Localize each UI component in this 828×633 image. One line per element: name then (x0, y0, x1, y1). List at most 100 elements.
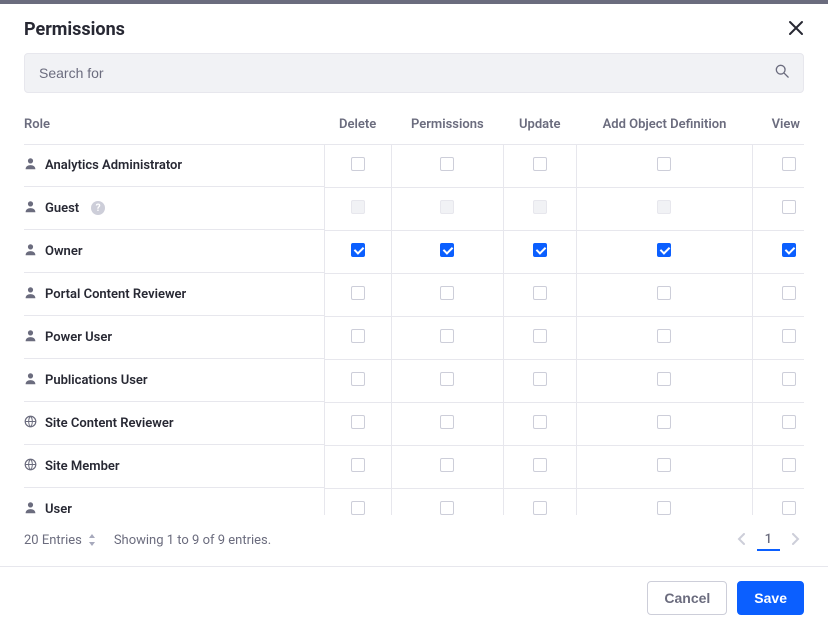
checkbox-view[interactable] (782, 372, 796, 386)
pager-next[interactable] (786, 529, 804, 552)
checkbox-view[interactable] (782, 200, 796, 214)
checkbox-permissions[interactable] (440, 243, 454, 257)
checkbox-permissions[interactable] (440, 415, 454, 429)
checkbox-add-object-definition[interactable] (657, 501, 671, 515)
role-cell: Power User (24, 317, 324, 359)
pager-current[interactable]: 1 (757, 530, 780, 551)
checkbox-cell (391, 274, 503, 317)
checkbox-cell (324, 145, 391, 188)
checkbox-cell (391, 317, 503, 360)
table-footer: 20 Entries Showing 1 to 9 of 9 entries. … (0, 515, 828, 567)
checkbox-delete[interactable] (351, 372, 365, 386)
checkbox-cell (324, 446, 391, 489)
checkbox-update[interactable] (533, 243, 547, 257)
checkbox-update[interactable] (533, 286, 547, 300)
checkbox-delete[interactable] (351, 458, 365, 472)
role-label: Owner (45, 244, 83, 259)
checkbox-cell (324, 317, 391, 360)
role-cell: Site Member (24, 446, 324, 488)
checkbox-cell (753, 360, 804, 403)
checkbox-delete[interactable] (351, 286, 365, 300)
checkbox-cell (391, 403, 503, 446)
table-row: Analytics Administrator (24, 145, 804, 188)
checkbox-permissions[interactable] (440, 329, 454, 343)
checkbox-permissions[interactable] (440, 501, 454, 515)
checkbox-permissions[interactable] (440, 286, 454, 300)
checkbox-cell (324, 360, 391, 403)
checkbox-cell (391, 446, 503, 489)
pager-prev[interactable] (733, 529, 751, 552)
checkbox-view[interactable] (782, 458, 796, 472)
chevron-left-icon (737, 533, 747, 545)
table-row: Site Member (24, 446, 804, 489)
checkbox-update[interactable] (533, 501, 547, 515)
checkbox-add-object-definition[interactable] (657, 415, 671, 429)
checkbox-view[interactable] (782, 286, 796, 300)
role-cell: Guest? (24, 188, 324, 230)
col-permissions: Permissions (391, 107, 503, 145)
checkbox-delete[interactable] (351, 329, 365, 343)
role-label: Power User (45, 330, 112, 345)
checkbox-update (533, 200, 547, 214)
checkbox-view[interactable] (782, 415, 796, 429)
user-icon (24, 372, 37, 389)
checkbox-cell (576, 489, 753, 516)
checkbox-update[interactable] (533, 157, 547, 171)
checkbox-permissions[interactable] (440, 157, 454, 171)
close-button[interactable] (784, 16, 808, 43)
checkbox-delete[interactable] (351, 415, 365, 429)
permissions-table-wrap: Role Delete Permissions Update Add Objec… (0, 107, 828, 515)
checkbox-view[interactable] (782, 501, 796, 515)
checkbox-cell (753, 489, 804, 516)
table-row: Power User (24, 317, 804, 360)
checkbox-cell (391, 145, 503, 188)
checkbox-view[interactable] (782, 243, 796, 257)
checkbox-view[interactable] (782, 157, 796, 171)
checkbox-permissions[interactable] (440, 372, 454, 386)
checkbox-cell (753, 317, 804, 360)
checkbox-add-object-definition[interactable] (657, 243, 671, 257)
help-icon[interactable]: ? (91, 201, 105, 215)
user-icon (24, 200, 37, 217)
checkbox-cell (576, 446, 753, 489)
search-icon[interactable] (761, 64, 803, 82)
checkbox-cell (503, 403, 576, 446)
checkbox-cell (503, 274, 576, 317)
checkbox-update[interactable] (533, 415, 547, 429)
checkbox-delete[interactable] (351, 157, 365, 171)
user-icon (24, 329, 37, 346)
checkbox-add-object-definition[interactable] (657, 286, 671, 300)
role-cell: User (24, 489, 324, 516)
checkbox-cell (503, 446, 576, 489)
table-header-row: Role Delete Permissions Update Add Objec… (24, 107, 804, 145)
checkbox-add-object-definition[interactable] (657, 329, 671, 343)
search-input[interactable] (25, 54, 761, 92)
save-button[interactable]: Save (737, 581, 804, 615)
role-label: Portal Content Reviewer (45, 287, 186, 302)
checkbox-add-object-definition[interactable] (657, 372, 671, 386)
entries-per-page[interactable]: 20 Entries (24, 533, 96, 548)
close-icon (788, 20, 804, 36)
table-row: Guest? (24, 188, 804, 231)
checkbox-add-object-definition[interactable] (657, 458, 671, 472)
checkbox-cell (324, 274, 391, 317)
checkbox-permissions (440, 200, 454, 214)
checkbox-update[interactable] (533, 372, 547, 386)
checkbox-delete[interactable] (351, 501, 365, 515)
permissions-table: Role Delete Permissions Update Add Objec… (24, 107, 804, 515)
checkbox-cell (753, 188, 804, 231)
role-label: Publications User (45, 373, 148, 388)
checkbox-update[interactable] (533, 329, 547, 343)
checkbox-view[interactable] (782, 329, 796, 343)
checkbox-delete[interactable] (351, 243, 365, 257)
col-view: View (753, 107, 804, 145)
checkbox-cell (324, 403, 391, 446)
role-label: Site Member (45, 459, 120, 474)
checkbox-update[interactable] (533, 458, 547, 472)
role-label: Site Content Reviewer (45, 416, 174, 431)
checkbox-permissions[interactable] (440, 458, 454, 472)
checkbox-cell (753, 446, 804, 489)
role-cell: Portal Content Reviewer (24, 274, 324, 316)
checkbox-add-object-definition[interactable] (657, 157, 671, 171)
cancel-button[interactable]: Cancel (647, 581, 727, 615)
